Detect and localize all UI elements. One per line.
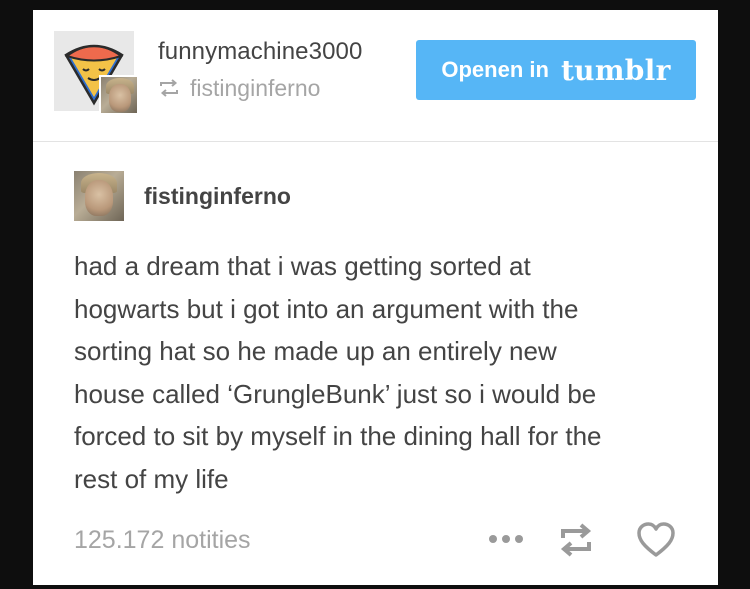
reblog-icon[interactable]	[556, 520, 596, 560]
post-text: had a dream that i was getting sorted at…	[74, 245, 689, 500]
reblog-source-avatar[interactable]	[99, 75, 139, 115]
notes-count[interactable]: 125.172 notities	[74, 526, 251, 555]
post-text-line: rest of my life	[74, 463, 229, 494]
reblog-info: fistinginferno	[158, 73, 320, 103]
post-text-line: had a dream that i was getting sorted at	[74, 251, 531, 281]
more-dots-icon[interactable]	[488, 534, 524, 544]
post-text-line: forced to sit by myself in the dining ha…	[74, 421, 602, 451]
reblog-small-icon	[160, 79, 178, 97]
reblogged-from-name[interactable]: fistinginferno	[190, 75, 320, 102]
open-in-tumblr-button[interactable]: Openen in tumblr	[416, 40, 696, 100]
post-author-name[interactable]: fistinginferno	[144, 183, 291, 210]
blog-username[interactable]: funnymachine3000	[158, 38, 362, 66]
post-footer: 125.172 notities	[74, 520, 678, 560]
post-author: fistinginferno	[74, 171, 291, 221]
post-author-avatar[interactable]	[74, 171, 124, 221]
open-button-label: Openen in	[441, 57, 549, 82]
heart-icon[interactable]	[636, 521, 676, 559]
tumblr-logo-text: tumblr	[560, 53, 671, 87]
post-text-line: house called ‘GrungleBunk’ just so i wou…	[74, 378, 597, 409]
post-text-line: hogwarts but i got into an argument with…	[74, 293, 579, 324]
post-header: funnymachine3000 fistinginferno Openen i…	[33, 10, 718, 142]
post-card: funnymachine3000 fistinginferno Openen i…	[33, 10, 718, 585]
post-text-line: sorting hat so he made up an entirely ne…	[74, 336, 557, 366]
